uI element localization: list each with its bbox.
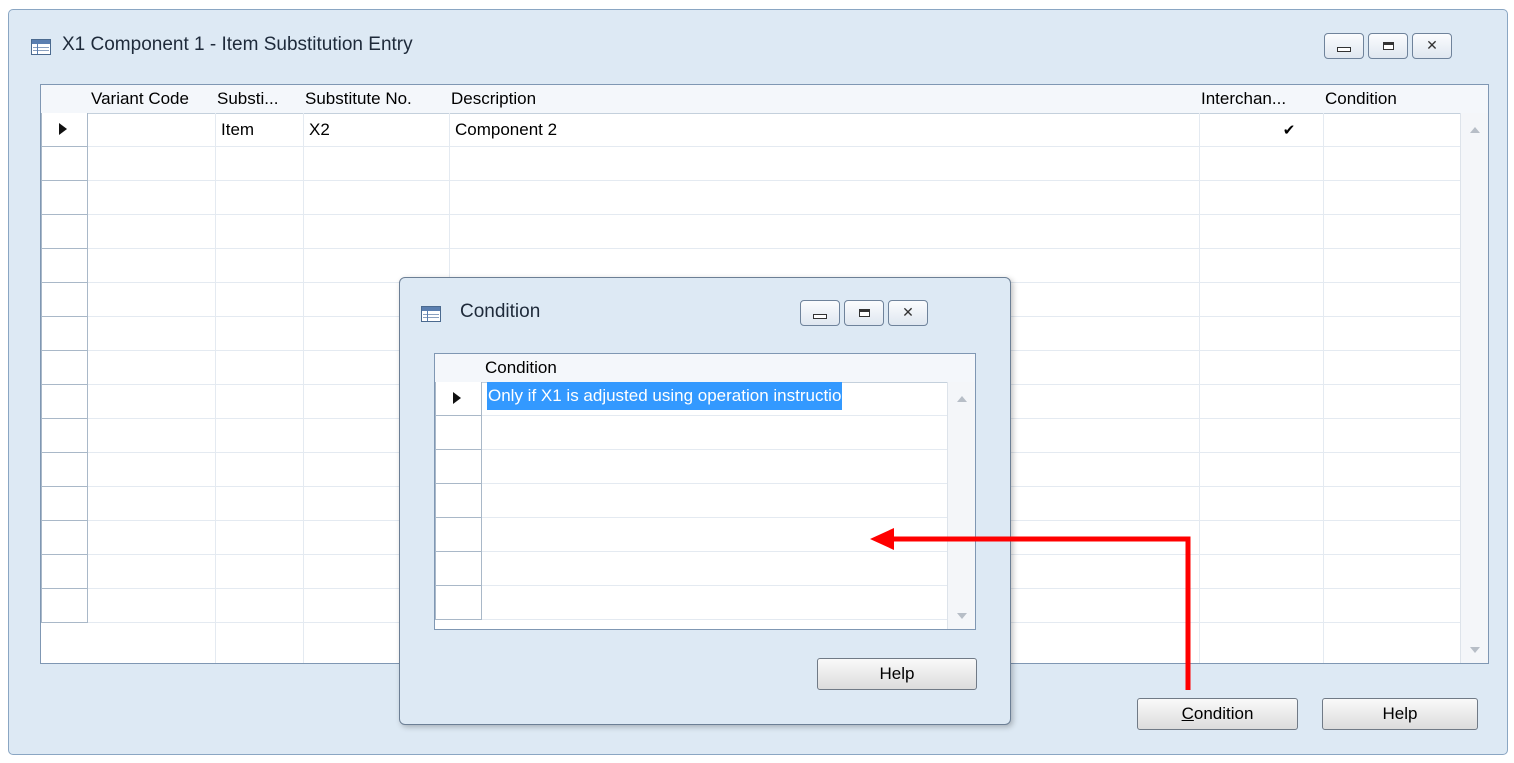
main-window-title: X1 Component 1 - Item Substitution Entry xyxy=(62,34,413,55)
table-row[interactable] xyxy=(41,215,1461,249)
row-selector[interactable] xyxy=(41,555,88,589)
table-row[interactable] xyxy=(41,181,1461,215)
close-icon: ✕ xyxy=(902,305,914,321)
cell-substitute-type[interactable]: Item xyxy=(215,113,303,147)
cell-variant-code[interactable] xyxy=(89,113,215,147)
row-selector[interactable] xyxy=(41,453,88,487)
row-selector[interactable] xyxy=(41,181,88,215)
grid-vertical-scrollbar[interactable] xyxy=(1460,113,1488,663)
row-selector[interactable] xyxy=(41,487,88,521)
cell-condition[interactable] xyxy=(1323,113,1453,147)
cell-description[interactable]: Component 2 xyxy=(449,113,1199,147)
dialog-minimize-button[interactable] xyxy=(800,300,840,326)
table-row[interactable]: Only if X1 is adjusted using operation i… xyxy=(435,382,949,416)
column-header-variant-code[interactable]: Variant Code xyxy=(89,85,215,113)
table-window-icon xyxy=(421,306,441,322)
maximize-icon xyxy=(858,309,870,317)
grid-header: Variant Code Substi... Substitute No. De… xyxy=(41,85,1488,114)
scroll-down-icon[interactable] xyxy=(1470,647,1480,653)
table-row[interactable]: Item X2 Component 2 ✔ xyxy=(41,113,1461,147)
dialog-close-button[interactable]: ✕ xyxy=(888,300,928,326)
row-selector[interactable] xyxy=(435,518,482,552)
row-selector[interactable] xyxy=(435,484,482,518)
dialog-help-button[interactable]: Help xyxy=(817,658,977,690)
row-selector[interactable] xyxy=(41,351,88,385)
row-selector[interactable] xyxy=(41,215,88,249)
minimize-button[interactable] xyxy=(1324,33,1364,59)
maximize-icon xyxy=(1382,42,1394,50)
close-icon: ✕ xyxy=(1426,38,1438,54)
close-button[interactable]: ✕ xyxy=(1412,33,1452,59)
maximize-button[interactable] xyxy=(1368,33,1408,59)
row-selector[interactable] xyxy=(435,552,482,586)
scroll-down-icon[interactable] xyxy=(957,613,967,619)
column-header-description[interactable]: Description xyxy=(449,85,1199,113)
dialog-maximize-button[interactable] xyxy=(844,300,884,326)
table-row[interactable] xyxy=(435,450,949,484)
row-selector[interactable] xyxy=(435,382,482,416)
table-row[interactable] xyxy=(435,484,949,518)
column-header-condition[interactable]: Condition xyxy=(483,354,943,382)
row-selector[interactable] xyxy=(41,317,88,351)
row-selector[interactable] xyxy=(41,283,88,317)
cell-substitute-no[interactable]: X2 xyxy=(303,113,449,147)
dialog-title: Condition xyxy=(460,301,541,322)
row-selector[interactable] xyxy=(435,416,482,450)
column-header-substitute-no[interactable]: Substitute No. xyxy=(303,85,449,113)
minimize-icon xyxy=(1337,46,1351,52)
dialog-window-controls: ✕ xyxy=(800,300,928,326)
scroll-up-icon[interactable] xyxy=(1470,127,1480,133)
condition-button[interactable]: Condition xyxy=(1137,698,1298,730)
minimize-icon xyxy=(813,313,827,319)
row-pointer-icon xyxy=(59,123,67,135)
table-row[interactable] xyxy=(435,518,949,552)
row-selector[interactable] xyxy=(41,249,88,283)
column-header-interchangeable[interactable]: Interchan... xyxy=(1199,85,1323,113)
row-selector[interactable] xyxy=(41,589,88,623)
main-window-controls: ✕ xyxy=(1324,33,1452,59)
table-row[interactable] xyxy=(41,147,1461,181)
row-selector[interactable] xyxy=(41,385,88,419)
dialog-titlebar[interactable]: Condition ✕ xyxy=(400,278,1010,338)
row-selector[interactable] xyxy=(435,586,482,620)
table-row[interactable] xyxy=(435,586,949,620)
selected-condition-text: Only if X1 is adjusted using operation i… xyxy=(487,382,843,410)
table-window-icon xyxy=(31,39,51,55)
condition-grid-header: Condition xyxy=(435,354,975,383)
condition-grid[interactable]: Condition Only if X1 is adjusted using o… xyxy=(434,353,976,630)
table-row[interactable] xyxy=(435,552,949,586)
table-row[interactable] xyxy=(435,416,949,450)
row-selector[interactable] xyxy=(435,450,482,484)
row-selector[interactable] xyxy=(41,521,88,555)
row-selector[interactable] xyxy=(41,113,88,147)
help-button[interactable]: Help xyxy=(1322,698,1478,730)
condition-vertical-scrollbar[interactable] xyxy=(947,382,975,629)
condition-grid-body: Only if X1 is adjusted using operation i… xyxy=(435,382,949,629)
row-pointer-icon xyxy=(453,392,461,404)
cell-interchangeable[interactable]: ✔ xyxy=(1199,113,1323,147)
column-header-condition[interactable]: Condition xyxy=(1323,85,1453,113)
scroll-up-icon[interactable] xyxy=(957,396,967,402)
row-selector[interactable] xyxy=(41,419,88,453)
cell-condition-text[interactable]: Only if X1 is adjusted using operation i… xyxy=(487,382,939,416)
column-header-substitute-type[interactable]: Substi... xyxy=(215,85,303,113)
main-titlebar[interactable]: X1 Component 1 - Item Substitution Entry… xyxy=(9,10,1507,70)
row-selector[interactable] xyxy=(41,147,88,181)
check-icon: ✔ xyxy=(1282,121,1296,139)
condition-dialog: Condition ✕ Condition Only if X1 is adju… xyxy=(399,277,1011,725)
